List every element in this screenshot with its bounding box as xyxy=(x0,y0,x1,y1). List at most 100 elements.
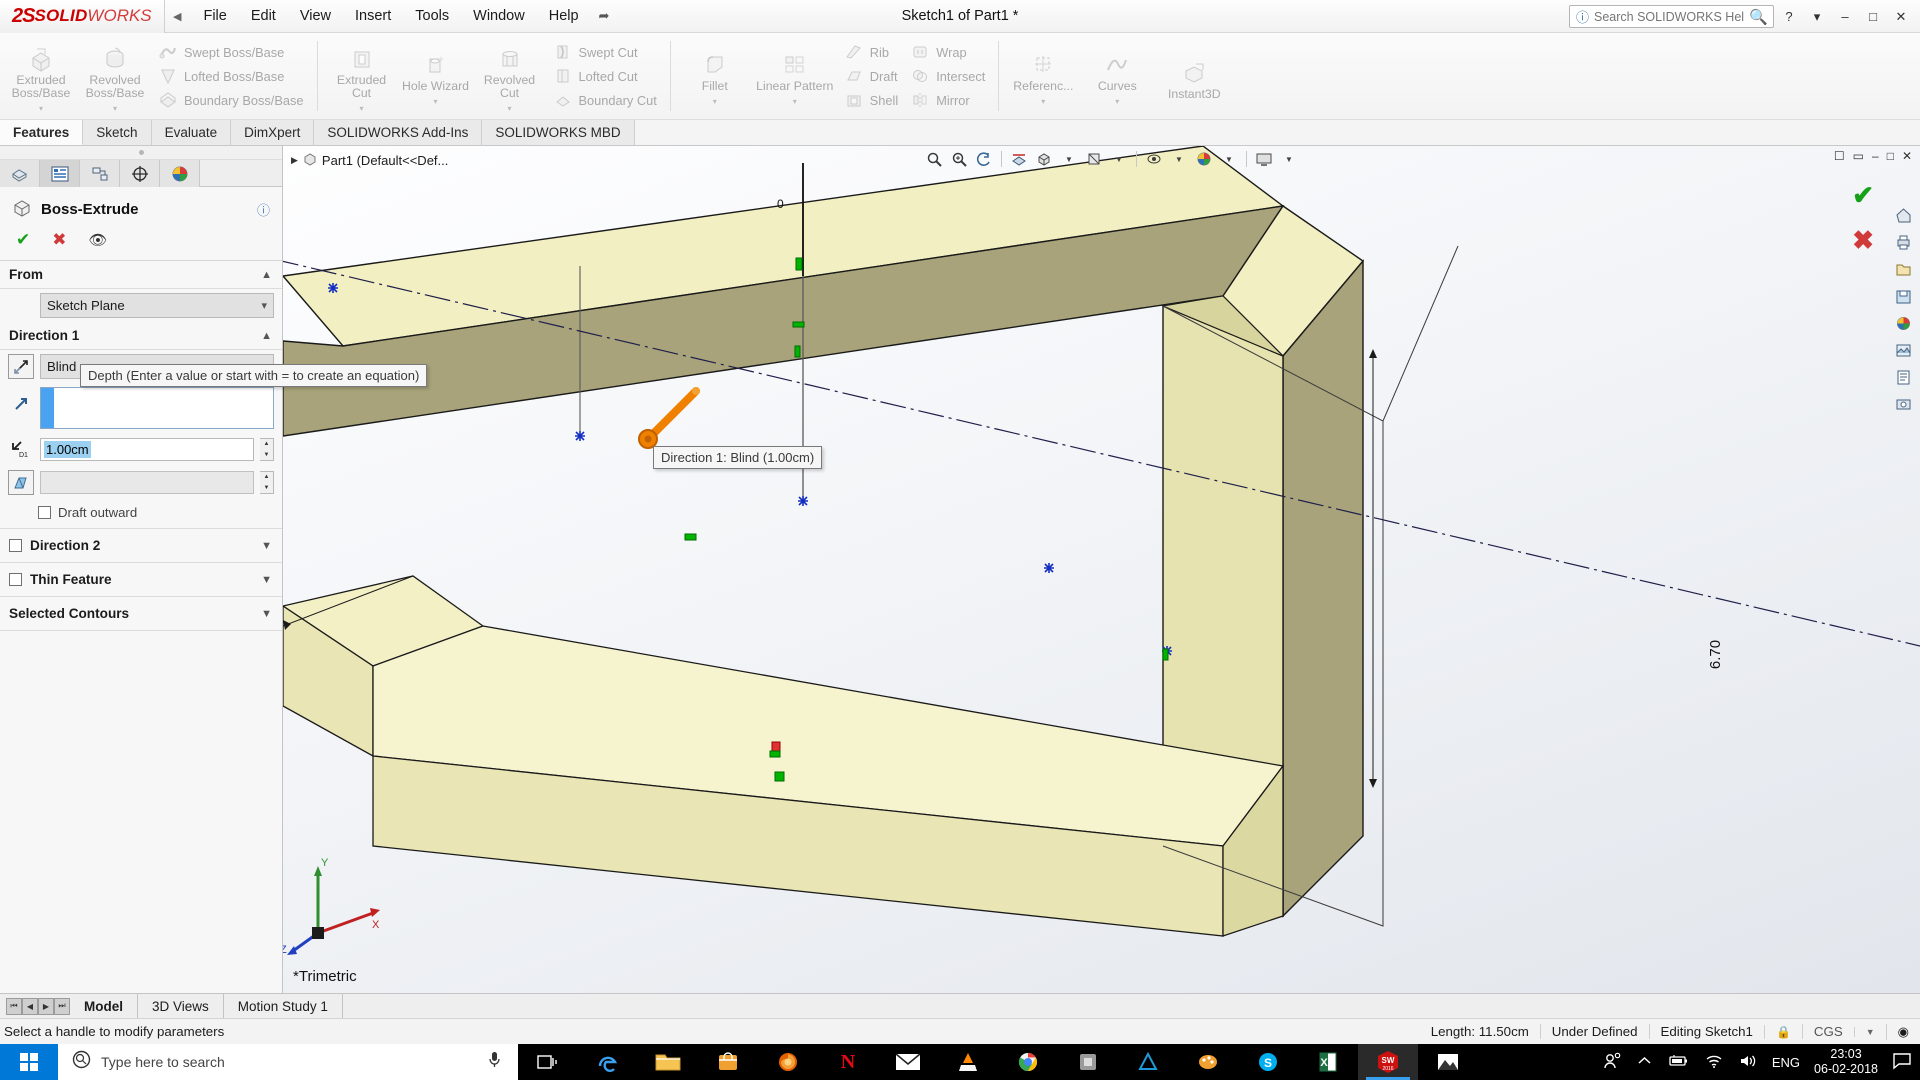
property-manager-tab[interactable] xyxy=(40,160,80,187)
microsoft-store-icon[interactable] xyxy=(698,1044,758,1080)
tab-features[interactable]: Features xyxy=(0,120,84,145)
extruded-cut-button[interactable]: Extruded Cut ▾ xyxy=(325,38,399,115)
task-view-icon[interactable] xyxy=(518,1044,578,1080)
menu-collapse-icon[interactable]: ◀ xyxy=(173,10,181,23)
draft-outward-checkbox[interactable] xyxy=(38,506,51,519)
chevron-up-icon[interactable]: ▲ xyxy=(261,330,272,342)
search-input[interactable] xyxy=(1594,9,1745,24)
maximize-button[interactable]: □ xyxy=(1860,4,1886,30)
menu-item-help[interactable]: Help xyxy=(537,4,591,28)
status-units[interactable]: CGS xyxy=(1801,1024,1854,1039)
appearance-icon[interactable] xyxy=(1891,312,1915,335)
wrap-button[interactable]: Wrap xyxy=(904,40,991,64)
next-tab-button[interactable]: ▶ xyxy=(38,997,54,1015)
windows-start-icon[interactable] xyxy=(0,1044,58,1080)
menu-item-edit[interactable]: Edit xyxy=(239,4,288,28)
chevron-down-icon[interactable]: ▾ xyxy=(1041,95,1045,108)
direction-reference-selection[interactable] xyxy=(40,387,274,429)
view-orientation-icon[interactable] xyxy=(1033,148,1055,170)
last-tab-button[interactable]: ⏭ xyxy=(54,997,70,1015)
bottom-tab-3d-views[interactable]: 3D Views xyxy=(138,994,224,1018)
fillet-button[interactable]: Fillet ▾ xyxy=(678,44,752,108)
battery-icon[interactable] xyxy=(1666,1054,1690,1071)
chevron-down-icon[interactable]: ▾ xyxy=(1804,4,1830,30)
taskbar-search-box[interactable]: Type here to search xyxy=(58,1044,518,1080)
chevron-down-icon[interactable]: ▼ xyxy=(1058,148,1080,170)
close-button[interactable]: ✕ xyxy=(1902,149,1912,163)
autodesk-icon[interactable] xyxy=(1118,1044,1178,1080)
chevron-up-icon[interactable]: ▲ xyxy=(261,269,272,281)
previous-tab-button[interactable]: ◀ xyxy=(22,997,38,1015)
pin-icon[interactable]: ➦ xyxy=(599,8,610,24)
chevron-down-icon[interactable]: ▼ xyxy=(1108,148,1130,170)
dimension-value-label[interactable]: 6.70 xyxy=(1707,640,1724,669)
chevron-down-icon[interactable]: ▾ xyxy=(360,102,364,115)
save-icon[interactable] xyxy=(1891,285,1915,308)
rib-button[interactable]: Rib xyxy=(838,40,904,64)
help-button[interactable]: ? xyxy=(1776,4,1802,30)
revolved-boss-base-button[interactable]: Revolved Boss/Base ▾ xyxy=(78,38,152,115)
direction2-checkbox[interactable] xyxy=(9,539,22,552)
tab-dimxpert[interactable]: DimXpert xyxy=(231,120,315,145)
chevron-down-icon[interactable]: ▾ xyxy=(434,95,438,108)
chevron-down-icon[interactable]: ▼ xyxy=(1218,148,1240,170)
restore-down-icon[interactable]: ☐ xyxy=(1834,149,1845,163)
excel-icon[interactable]: X xyxy=(1298,1044,1358,1080)
skype-icon[interactable]: S xyxy=(1238,1044,1298,1080)
edit-appearance-icon[interactable] xyxy=(1193,148,1215,170)
instant3d-button[interactable]: Instant3D xyxy=(1154,52,1234,101)
intersect-button[interactable]: Intersect xyxy=(904,64,991,88)
depth-stepper[interactable]: ▲ ▼ xyxy=(260,438,274,461)
previous-view-icon[interactable] xyxy=(973,148,995,170)
graphics-area[interactable]: 0 ▼ ▼ ▼ ▼ ▼ ▶ Part1 (Default<<Def... ☐ ▭… xyxy=(283,146,1920,993)
menu-item-file[interactable]: File xyxy=(191,4,238,28)
revolved-cut-button[interactable]: Revolved Cut ▾ xyxy=(473,38,547,115)
firefox-icon[interactable] xyxy=(758,1044,818,1080)
zoom-to-area-icon[interactable] xyxy=(948,148,970,170)
swept-boss-base-button[interactable]: Swept Boss/Base xyxy=(152,40,310,64)
thin-feature-checkbox[interactable] xyxy=(9,573,22,586)
maximize-button[interactable]: □ xyxy=(1887,149,1894,163)
section-header-from[interactable]: From ▲ xyxy=(0,261,282,289)
netflix-icon[interactable]: N xyxy=(818,1044,878,1080)
panel-splitter[interactable] xyxy=(0,146,282,160)
confirm-cancel-icon[interactable]: ✖ xyxy=(1852,225,1874,256)
draft-on-off-button[interactable] xyxy=(8,470,34,495)
tab-solidworks-mbd[interactable]: SOLIDWORKS MBD xyxy=(482,120,635,145)
extruded-boss-base-button[interactable]: Extruded Boss/Base ▾ xyxy=(4,38,78,115)
paint-icon[interactable] xyxy=(1178,1044,1238,1080)
menu-item-window[interactable]: Window xyxy=(461,4,537,28)
reference-geometry-button[interactable]: Referenc... ▾ xyxy=(1006,44,1080,108)
people-icon[interactable] xyxy=(1603,1052,1623,1073)
flyout-feature-tree[interactable]: ▶ Part1 (Default<<Def... xyxy=(283,146,448,169)
swept-cut-button[interactable]: Swept Cut xyxy=(547,40,663,64)
shell-button[interactable]: Shell xyxy=(838,88,904,112)
lofted-boss-base-button[interactable]: Lofted Boss/Base xyxy=(152,64,310,88)
chevron-down-icon[interactable]: ▾ xyxy=(261,299,267,312)
hole-wizard-button[interactable]: Hole Wizard ▾ xyxy=(399,44,473,108)
edge-icon[interactable] xyxy=(578,1044,638,1080)
draft-button[interactable]: Draft xyxy=(838,64,904,88)
solidworks-logo[interactable]: 2S SOLID WORKS xyxy=(0,0,165,33)
chevron-down-icon[interactable]: ▾ xyxy=(1115,95,1119,108)
curves-button[interactable]: Curves ▾ xyxy=(1080,44,1154,108)
minimize-button[interactable]: – xyxy=(1832,4,1858,30)
chevron-down-icon[interactable]: ▾ xyxy=(793,95,797,108)
chevron-down-icon[interactable]: ▼ xyxy=(1853,1026,1886,1037)
display-style-icon[interactable] xyxy=(1083,148,1105,170)
confirm-accept-icon[interactable]: ✔ xyxy=(1852,180,1874,211)
stepper-down-icon[interactable]: ▼ xyxy=(260,450,273,461)
notes-icon[interactable] xyxy=(1891,366,1915,389)
chevron-down-icon[interactable]: ▾ xyxy=(713,95,717,108)
dimxpert-manager-tab[interactable] xyxy=(120,160,160,187)
boundary-cut-button[interactable]: Boundary Cut xyxy=(547,88,663,112)
stepper-up-icon[interactable]: ▲ xyxy=(260,472,273,483)
draft-angle-input[interactable] xyxy=(40,471,254,494)
depth-input[interactable]: 1.00cm xyxy=(40,438,254,461)
minimize-button[interactable]: – xyxy=(1872,149,1879,163)
linear-pattern-button[interactable]: Linear Pattern ▾ xyxy=(752,44,838,108)
vlc-icon[interactable] xyxy=(938,1044,998,1080)
open-icon[interactable] xyxy=(1891,258,1915,281)
detailed-preview-button[interactable]: 👁 xyxy=(89,231,108,249)
mirror-button[interactable]: Mirror xyxy=(904,88,991,112)
